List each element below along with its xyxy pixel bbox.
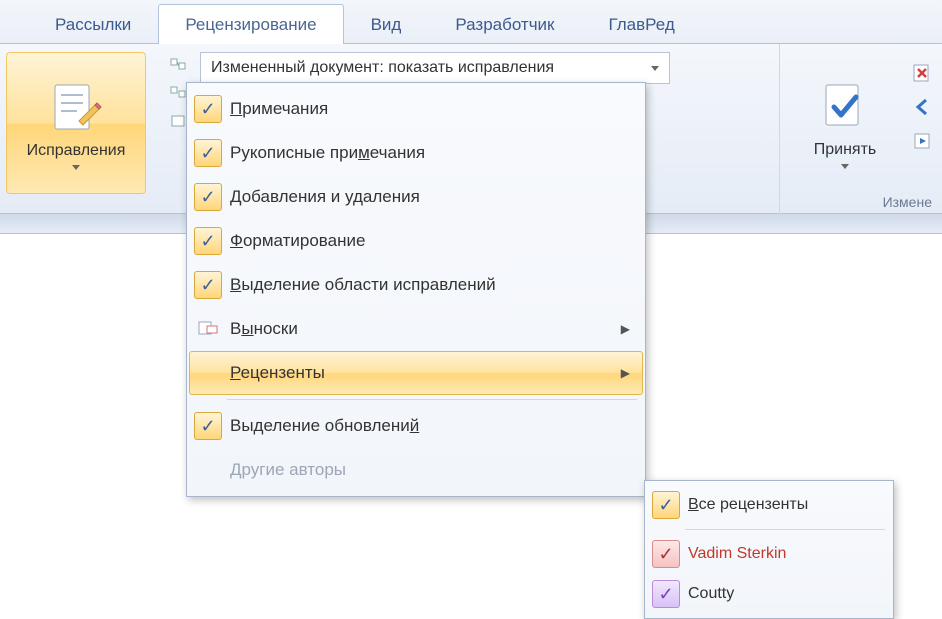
check-icon: ✓ <box>652 491 680 519</box>
menu-label: Форматирование <box>230 231 630 251</box>
tab-glavred[interactable]: ГлавРед <box>582 4 702 43</box>
menu-label: Выделение области исправлений <box>230 275 630 295</box>
ribbon-tabs: Рассылки Рецензирование Вид Разработчик … <box>0 0 942 44</box>
menu-label: Примечания <box>230 99 630 119</box>
dropdown-arrow-icon <box>841 161 849 172</box>
check-icon: ✓ <box>194 412 222 440</box>
menu-item-formatting[interactable]: ✓ Форматирование <box>189 219 643 263</box>
accept-label: Принять <box>814 141 877 159</box>
chevron-down-icon <box>651 66 659 71</box>
reviewers-submenu: ✓ Все рецензенты ✓ Vadim Sterkin ✓ Coutt… <box>644 480 894 619</box>
check-icon: ✓ <box>194 95 222 123</box>
show-markup-menu: ✓ Примечания ✓ Рукописные примечания ✓ Д… <box>186 82 646 497</box>
menu-label: Другие авторы <box>230 460 630 480</box>
menu-item-comments[interactable]: ✓ Примечания <box>189 87 643 131</box>
check-icon: ✓ <box>652 580 680 608</box>
group-label-changes: Измене <box>883 194 932 210</box>
menu-item-highlight-updates[interactable]: ✓ Выделение обновлений <box>189 404 643 448</box>
submenu-all-reviewers[interactable]: ✓ Все рецензенты <box>647 485 891 525</box>
submenu-reviewer-2[interactable]: ✓ Coutty <box>647 574 891 614</box>
reviewer-name: Coutty <box>688 585 878 603</box>
submenu-arrow-icon: ▶ <box>621 322 630 336</box>
reject-icon[interactable] <box>910 60 936 86</box>
reviewer-name: Vadim Sterkin <box>688 545 878 563</box>
menu-item-markup-area[interactable]: ✓ Выделение области исправлений <box>189 263 643 307</box>
previous-icon[interactable] <box>910 94 936 120</box>
check-icon: ✓ <box>194 139 222 167</box>
changes-group: Принять Измене <box>779 44 942 214</box>
submenu-reviewer-1[interactable]: ✓ Vadim Sterkin <box>647 534 891 574</box>
menu-item-insertions[interactable]: ✓ Добавления и удаления <box>189 175 643 219</box>
menu-item-ink[interactable]: ✓ Рукописные примечания <box>189 131 643 175</box>
check-icon: ✓ <box>194 271 222 299</box>
check-icon: ✓ <box>194 183 222 211</box>
menu-label: Все рецензенты <box>688 496 878 514</box>
spacer <box>194 359 222 387</box>
display-for-review-label: Измененный документ: показать исправлени… <box>211 59 554 77</box>
menu-separator <box>227 399 637 400</box>
track-changes-button[interactable]: Исправления <box>6 52 146 194</box>
menu-label: Выделение обновлений <box>230 416 630 436</box>
display-for-review-dropdown[interactable]: Измененный документ: показать исправлени… <box>200 52 670 84</box>
accept-icon <box>818 79 872 137</box>
check-icon: ✓ <box>652 540 680 568</box>
balloons-icon <box>194 315 222 343</box>
menu-item-balloons[interactable]: Выноски ▶ <box>189 307 643 351</box>
menu-separator <box>685 529 885 530</box>
dropdown-arrow-icon <box>72 162 80 173</box>
menu-item-other-authors: Другие авторы <box>189 448 643 492</box>
menu-label: Рецензенты <box>230 363 613 383</box>
menu-item-reviewers[interactable]: Рецензенты ▶ <box>189 351 643 395</box>
tab-developer[interactable]: Разработчик <box>428 4 581 43</box>
next-icon[interactable] <box>910 128 936 154</box>
prev-change-icon[interactable] <box>168 54 190 76</box>
menu-label: Рукописные примечания <box>230 143 630 163</box>
menu-label: Выноски <box>230 319 613 339</box>
reject-nav-icons <box>904 44 942 154</box>
track-changes-icon <box>46 78 106 138</box>
check-icon: ✓ <box>194 227 222 255</box>
accept-button[interactable]: Принять <box>790 52 900 194</box>
tab-mailings[interactable]: Рассылки <box>28 4 158 43</box>
track-changes-label: Исправления <box>27 142 126 160</box>
menu-label: Добавления и удаления <box>230 187 630 207</box>
tab-review[interactable]: Рецензирование <box>158 4 343 44</box>
tab-view[interactable]: Вид <box>344 4 429 43</box>
submenu-arrow-icon: ▶ <box>621 366 630 380</box>
